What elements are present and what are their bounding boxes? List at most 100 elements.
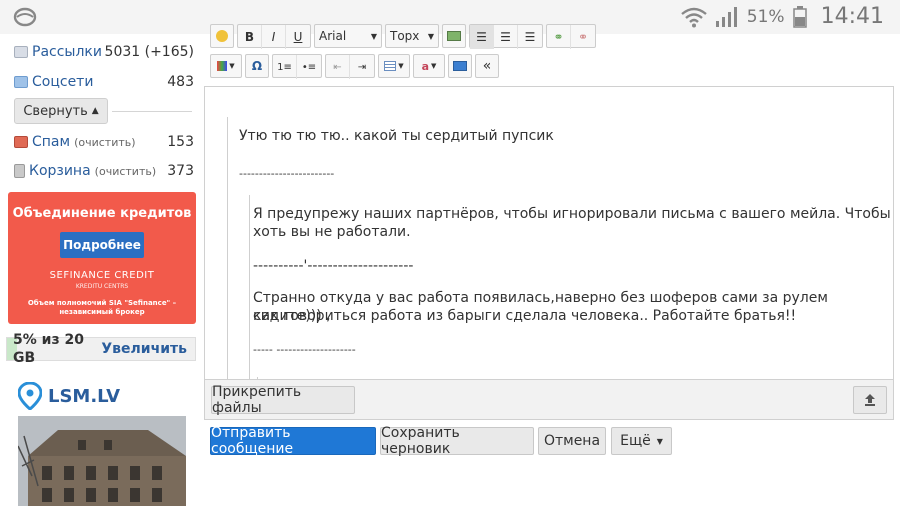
ad-more-button[interactable]: Подробнее xyxy=(60,232,144,258)
caret-down-icon: ▼ xyxy=(370,31,377,41)
news-photo[interactable] xyxy=(18,416,186,506)
folder-count: 483 xyxy=(167,74,194,90)
message-body[interactable]: Утю тю тю тю.. какой ты сердитый пупсик … xyxy=(204,86,894,380)
attach-files-button[interactable]: Прикрепить файлы xyxy=(211,384,355,416)
link-group: ⚭ ⚭ xyxy=(546,24,596,49)
ad-title: Объединение кредитов xyxy=(12,206,192,221)
attachments-bar: Прикрепить файлы xyxy=(204,380,894,420)
app-logo-icon xyxy=(13,7,37,27)
link-icon: ⚭ xyxy=(553,30,564,44)
caret-down-icon: ▼ xyxy=(431,62,437,70)
table-button[interactable]: ▼ xyxy=(378,54,410,78)
unlink-icon: ⚭ xyxy=(577,30,589,44)
emoji-button[interactable] xyxy=(210,24,234,48)
folder-label: Корзина xyxy=(29,163,91,179)
bullet-list-button[interactable]: •≡ xyxy=(297,55,321,79)
indent-icon: ⇥ xyxy=(357,61,367,73)
caret-down-icon: ▼ xyxy=(427,31,434,41)
save-draft-button[interactable]: Сохранить черновик xyxy=(380,425,534,457)
indent-group: ⇤ ⇥ xyxy=(325,54,375,79)
increase-quota-link[interactable]: Увеличить xyxy=(101,341,187,357)
align-group: ☰ ☰ ☰ xyxy=(469,24,543,49)
ad-footer: Объем полномочий SIA "Sefinance" – незав… xyxy=(27,299,177,316)
font-value: Arial xyxy=(319,29,347,43)
align-center-button[interactable]: ☰ xyxy=(494,25,518,49)
folder-label: Спам xyxy=(32,134,71,150)
outdent-icon: ⇤ xyxy=(333,61,342,73)
caret-down-icon: ▼ xyxy=(656,436,663,446)
font-select[interactable]: Arial ▼ xyxy=(314,24,382,48)
signature-button[interactable] xyxy=(448,54,472,78)
compose-editor: B I U Arial ▼ Торх ▼ ☰ ☰ ☰ ⚭ ⚭ ▼ Ω 1≡ •≡ xyxy=(204,24,894,464)
omega-icon: Ω xyxy=(251,59,263,73)
table-icon xyxy=(384,61,397,71)
indent-button[interactable]: ⇥ xyxy=(350,55,374,79)
ordered-list-button[interactable]: 1≡ xyxy=(273,55,297,79)
newsletter-icon xyxy=(14,46,28,58)
folder-spam[interactable]: Спам (очистить) 153 xyxy=(14,130,194,154)
toolbar-row-2: ▼ Ω 1≡ •≡ ⇤ ⇥ ▼ a ▼ « xyxy=(210,54,499,79)
palette-icon xyxy=(217,61,228,71)
bold-button[interactable]: B xyxy=(238,25,262,49)
caret-up-icon: ▲ xyxy=(91,106,99,116)
remove-link-button[interactable]: ⚭ xyxy=(571,25,595,49)
folder-label: Рассылки xyxy=(32,44,102,60)
trash-icon xyxy=(14,164,25,178)
italic-button[interactable]: I xyxy=(262,25,286,49)
ordered-list-icon: 1≡ xyxy=(277,61,292,73)
translate-button[interactable]: a ▼ xyxy=(413,54,445,78)
social-icon xyxy=(14,76,28,88)
more-label: Ещё xyxy=(620,433,651,449)
collapse-toolbar-button[interactable]: « xyxy=(475,54,499,78)
signature-icon xyxy=(453,61,467,71)
ad-brand-sub: KREDITU CENTRS xyxy=(75,283,129,290)
folder-trash[interactable]: Корзина (очистить) 373 xyxy=(14,159,194,183)
more-button[interactable]: Ещё ▼ xyxy=(611,427,672,455)
wifi-icon xyxy=(681,7,707,27)
clear-spam-link[interactable]: (очистить) xyxy=(74,136,135,149)
lsm-logo[interactable]: LSM.LV xyxy=(18,382,120,410)
upload-icon xyxy=(865,394,875,406)
image-icon xyxy=(447,31,461,41)
status-icons: 51% 14:41 xyxy=(681,4,884,29)
send-button[interactable]: Отправить сообщение xyxy=(210,425,376,457)
insert-image-button[interactable] xyxy=(442,24,466,48)
quote-separator: ----- -------------------- xyxy=(253,343,356,356)
size-select[interactable]: Торх ▼ xyxy=(385,24,439,48)
ad-banner[interactable]: Объединение кредитов Подробнее SEFINANCE… xyxy=(8,192,196,324)
ad-brand: SEFINANCE CREDIT xyxy=(49,270,155,281)
clock: 14:41 xyxy=(820,4,884,29)
clear-trash-link[interactable]: (очистить) xyxy=(95,165,156,178)
battery-icon xyxy=(792,5,807,28)
quote-separator: ----------'--------------------- xyxy=(253,258,414,274)
quote-separator: ------------------------ xyxy=(239,167,335,180)
building-image xyxy=(18,416,186,506)
bullet-list-icon: •≡ xyxy=(301,61,317,73)
align-right-button[interactable]: ☰ xyxy=(518,25,542,49)
text-color-button[interactable]: ▼ xyxy=(210,54,242,78)
upload-button[interactable] xyxy=(853,386,887,414)
cancel-button[interactable]: Отмена xyxy=(538,427,606,455)
lsm-brand-text: LSM.LV xyxy=(48,385,121,407)
insert-link-button[interactable]: ⚭ xyxy=(547,25,571,49)
folder-count: 373 xyxy=(167,163,194,179)
folder-count: 5031 (+165) xyxy=(104,44,194,60)
signal-icon xyxy=(715,6,737,27)
list-group: 1≡ •≡ xyxy=(272,54,322,79)
special-char-button[interactable]: Ω xyxy=(245,54,269,78)
folder-social[interactable]: Соцсети 483 xyxy=(14,70,194,94)
caret-down-icon: ▼ xyxy=(398,62,404,70)
outdent-button[interactable]: ⇤ xyxy=(326,55,350,79)
quoted-text: хоть вы не работали. xyxy=(253,224,411,240)
location-pin-icon xyxy=(18,382,42,410)
folder-newsletters[interactable]: Рассылки 5031 (+165) xyxy=(14,40,194,64)
collapse-button[interactable]: Свернуть ▲ xyxy=(14,98,108,124)
format-group: B I U xyxy=(237,24,311,49)
folder-label: Соцсети xyxy=(32,74,94,90)
align-left-button[interactable]: ☰ xyxy=(470,25,494,49)
quoted-text: как говориться работа из барыги сделала … xyxy=(253,308,797,324)
translate-icon: a xyxy=(421,59,430,73)
divider xyxy=(112,111,192,112)
toolbar-row-1: B I U Arial ▼ Торх ▼ ☰ ☰ ☰ ⚭ ⚭ xyxy=(210,24,596,49)
underline-button[interactable]: U xyxy=(286,25,310,49)
